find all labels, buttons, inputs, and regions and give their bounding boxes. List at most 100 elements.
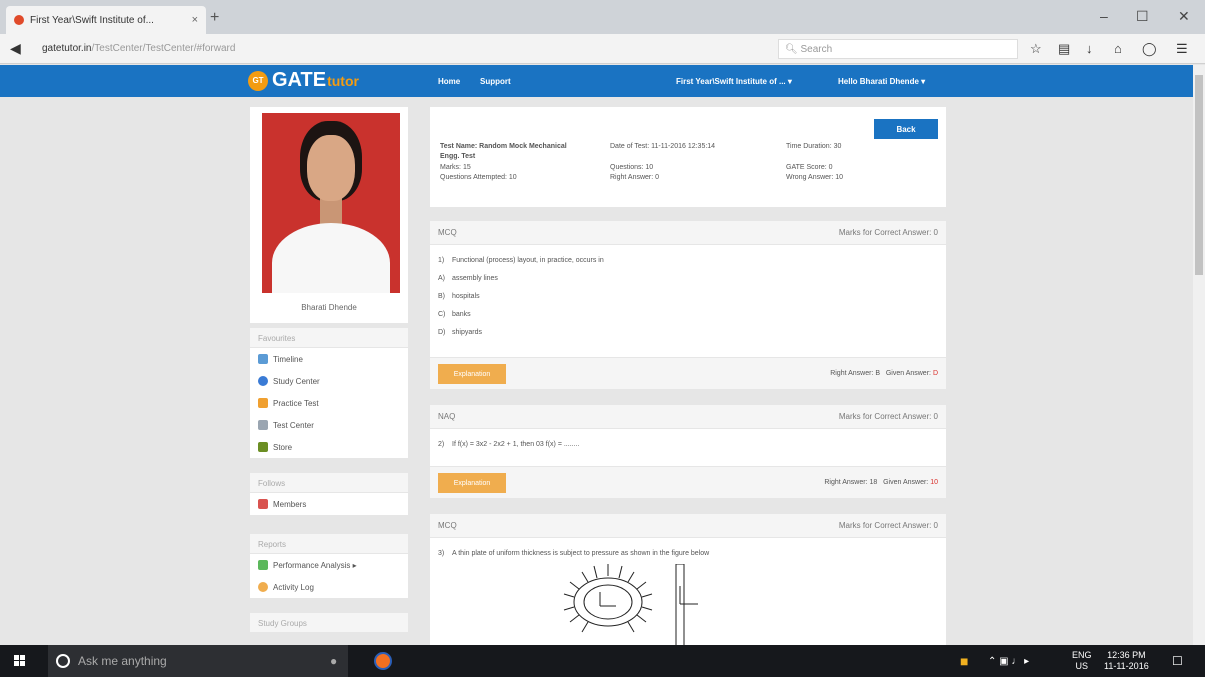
- favicon-icon: [14, 15, 24, 25]
- site-header: GT GATE tutor Home Support First Year\Sw…: [0, 65, 1193, 97]
- firefox-taskbar-icon[interactable]: [374, 645, 392, 677]
- explanation-button[interactable]: Explanation: [438, 473, 506, 493]
- language-indicator[interactable]: ENG US: [1072, 645, 1092, 677]
- site-logo[interactable]: GT GATE tutor: [248, 69, 359, 92]
- option-text: hospitals: [452, 292, 480, 300]
- menu-icon[interactable]: ☰: [1176, 41, 1188, 57]
- members-icon: [258, 499, 268, 509]
- browser-search-input[interactable]: 🔍︎ Search: [778, 39, 1018, 59]
- test-center-icon: [258, 420, 268, 430]
- reports-panel: Reports Performance Analysis ▸ Activity …: [250, 534, 408, 598]
- nav-support-link[interactable]: Support: [480, 77, 511, 86]
- sidebar-item-study-center[interactable]: Study Center: [250, 370, 408, 392]
- question-text-row: 1) Functional (process) layout, in practi…: [430, 251, 946, 269]
- clock[interactable]: 12:36 PM 11-11-2016: [1104, 645, 1149, 677]
- question-number: 2): [438, 440, 445, 448]
- scrollbar-thumb[interactable]: [1195, 75, 1203, 275]
- given-answer-value: 10: [930, 479, 938, 486]
- question-card: MCQ Marks for Correct Answer: 0 1) Functi…: [430, 221, 946, 389]
- notification-app-icon[interactable]: ■: [960, 645, 968, 677]
- cortana-search-input[interactable]: Ask me anything ●: [48, 645, 348, 677]
- wrong-answer-count: Wrong Answer: 10: [786, 174, 844, 181]
- sidebar-item-label: Performance Analysis ▸: [273, 560, 357, 570]
- option-text: shipyards: [452, 328, 482, 336]
- question-number: 3): [438, 549, 445, 557]
- question-footer: Explanation Right Answer: 18 Given Answe…: [430, 466, 946, 498]
- question-text: A thin plate of uniform thickness is sub…: [452, 549, 710, 557]
- option-row: A) assembly lines: [430, 269, 946, 287]
- close-tab-icon[interactable]: ×: [192, 14, 198, 26]
- sidebar-item-store[interactable]: Store: [250, 436, 408, 458]
- browser-tab[interactable]: First Year\Swift Institute of... ×: [6, 6, 206, 34]
- timeline-icon: [258, 354, 268, 364]
- back-arrow-icon[interactable]: ◀: [10, 40, 21, 57]
- sidebar-item-members[interactable]: Members: [250, 493, 408, 515]
- profile-name[interactable]: Bharati Dhende: [250, 303, 408, 312]
- time-duration: Time Duration: 30: [786, 143, 842, 150]
- nav-home-link[interactable]: Home: [438, 77, 460, 86]
- gate-score: GATE Score: 0: [786, 164, 833, 171]
- minimize-button[interactable]: –: [1100, 8, 1108, 24]
- cortana-icon: [56, 654, 70, 668]
- sidebar-item-activity-log[interactable]: Activity Log: [250, 576, 408, 598]
- question-text-row: 3) A thin plate of uniform thickness is s…: [430, 544, 946, 562]
- questions-attempted: Questions Attempted: 10: [440, 174, 517, 181]
- pressure-plate-figure: [563, 564, 698, 645]
- sidebar-item-practice-test[interactable]: Practice Test: [250, 392, 408, 414]
- reports-header: Reports: [250, 534, 408, 554]
- user-menu[interactable]: Hello Bharati Dhende ▾: [838, 77, 925, 86]
- sidebar-item-performance-analysis[interactable]: Performance Analysis ▸: [250, 554, 408, 576]
- activity-log-icon: [258, 582, 268, 592]
- sidebar-item-test-center[interactable]: Test Center: [250, 414, 408, 436]
- explanation-button[interactable]: Explanation: [438, 364, 506, 384]
- sidebar-item-timeline[interactable]: Timeline: [250, 348, 408, 370]
- new-tab-button[interactable]: +: [210, 9, 219, 27]
- question-text: If f(x) = 3x2 - 2x2 + 1, then 03 f(x) = …: [452, 440, 580, 448]
- question-text-row: 2) If f(x) = 3x2 - 2x2 + 1, then 03 f(x) …: [430, 435, 946, 453]
- option-key: A): [438, 274, 445, 282]
- region-code: US: [1075, 661, 1089, 671]
- test-summary-card: Back Test Name: Random Mock Mechanical E…: [430, 107, 946, 207]
- logo-gate-text: GATE: [272, 69, 327, 91]
- url-domain: gatetutor.in: [42, 43, 92, 54]
- option-key: D): [438, 328, 446, 336]
- right-answer-count: Right Answer: 0: [610, 174, 660, 181]
- maximize-button[interactable]: ☐: [1136, 8, 1149, 25]
- question-card: NAQ Marks for Correct Answer: 0 2) If f(x…: [430, 405, 946, 498]
- reading-list-icon[interactable]: ▤: [1058, 41, 1070, 57]
- close-window-button[interactable]: ✕: [1178, 8, 1190, 25]
- sidebar-item-label: Store: [273, 442, 293, 452]
- question-type: MCQ: [438, 521, 457, 530]
- download-icon[interactable]: ↓: [1086, 41, 1093, 56]
- back-button[interactable]: Back: [874, 119, 938, 139]
- browser-search-placeholder: Search: [800, 44, 833, 55]
- logo-badge: GT: [248, 70, 268, 91]
- action-center-icon[interactable]: ☐: [1172, 645, 1183, 677]
- profile-photo[interactable]: [262, 113, 400, 293]
- test-date: Date of Test: 11-11-2016 12:35:14: [610, 143, 716, 150]
- practice-test-icon: [258, 398, 268, 408]
- question-card: MCQ Marks for Correct Answer: 0 3) A thin…: [430, 514, 946, 645]
- given-answer-value: D: [932, 370, 938, 377]
- home-icon[interactable]: ⌂: [1114, 41, 1122, 56]
- right-answer: Right Answer: B: [830, 370, 880, 377]
- bookmark-star-icon[interactable]: ☆: [1030, 41, 1042, 57]
- page-scrollbar[interactable]: [1193, 65, 1205, 645]
- option-row: C) banks: [430, 305, 946, 323]
- study-groups-panel: Study Groups: [250, 613, 408, 633]
- microphone-icon[interactable]: ●: [330, 654, 337, 668]
- follows-header: Follows: [250, 473, 408, 493]
- windows-start-icon[interactable]: [14, 655, 26, 667]
- question-marks: Marks for Correct Answer: 0: [838, 521, 938, 530]
- institute-menu[interactable]: First Year\Swift Institute of ... ▾: [676, 77, 792, 86]
- logo-tutor-text: tutor: [327, 72, 359, 89]
- clock-time: 12:36 PM: [1107, 650, 1146, 660]
- given-answer-label: Given Answer:: [883, 479, 929, 486]
- system-tray-icons[interactable]: ⌃ ▣ ♩ ▸: [988, 645, 1029, 677]
- tab-title: First Year\Swift Institute of...: [30, 14, 154, 26]
- question-header: MCQ Marks for Correct Answer: 0: [430, 221, 946, 245]
- right-answer: Right Answer: 18: [824, 479, 878, 486]
- pocket-icon[interactable]: ◯: [1142, 41, 1157, 57]
- profile-card: Bharati Dhende: [250, 107, 408, 323]
- question-number: 1): [438, 256, 445, 264]
